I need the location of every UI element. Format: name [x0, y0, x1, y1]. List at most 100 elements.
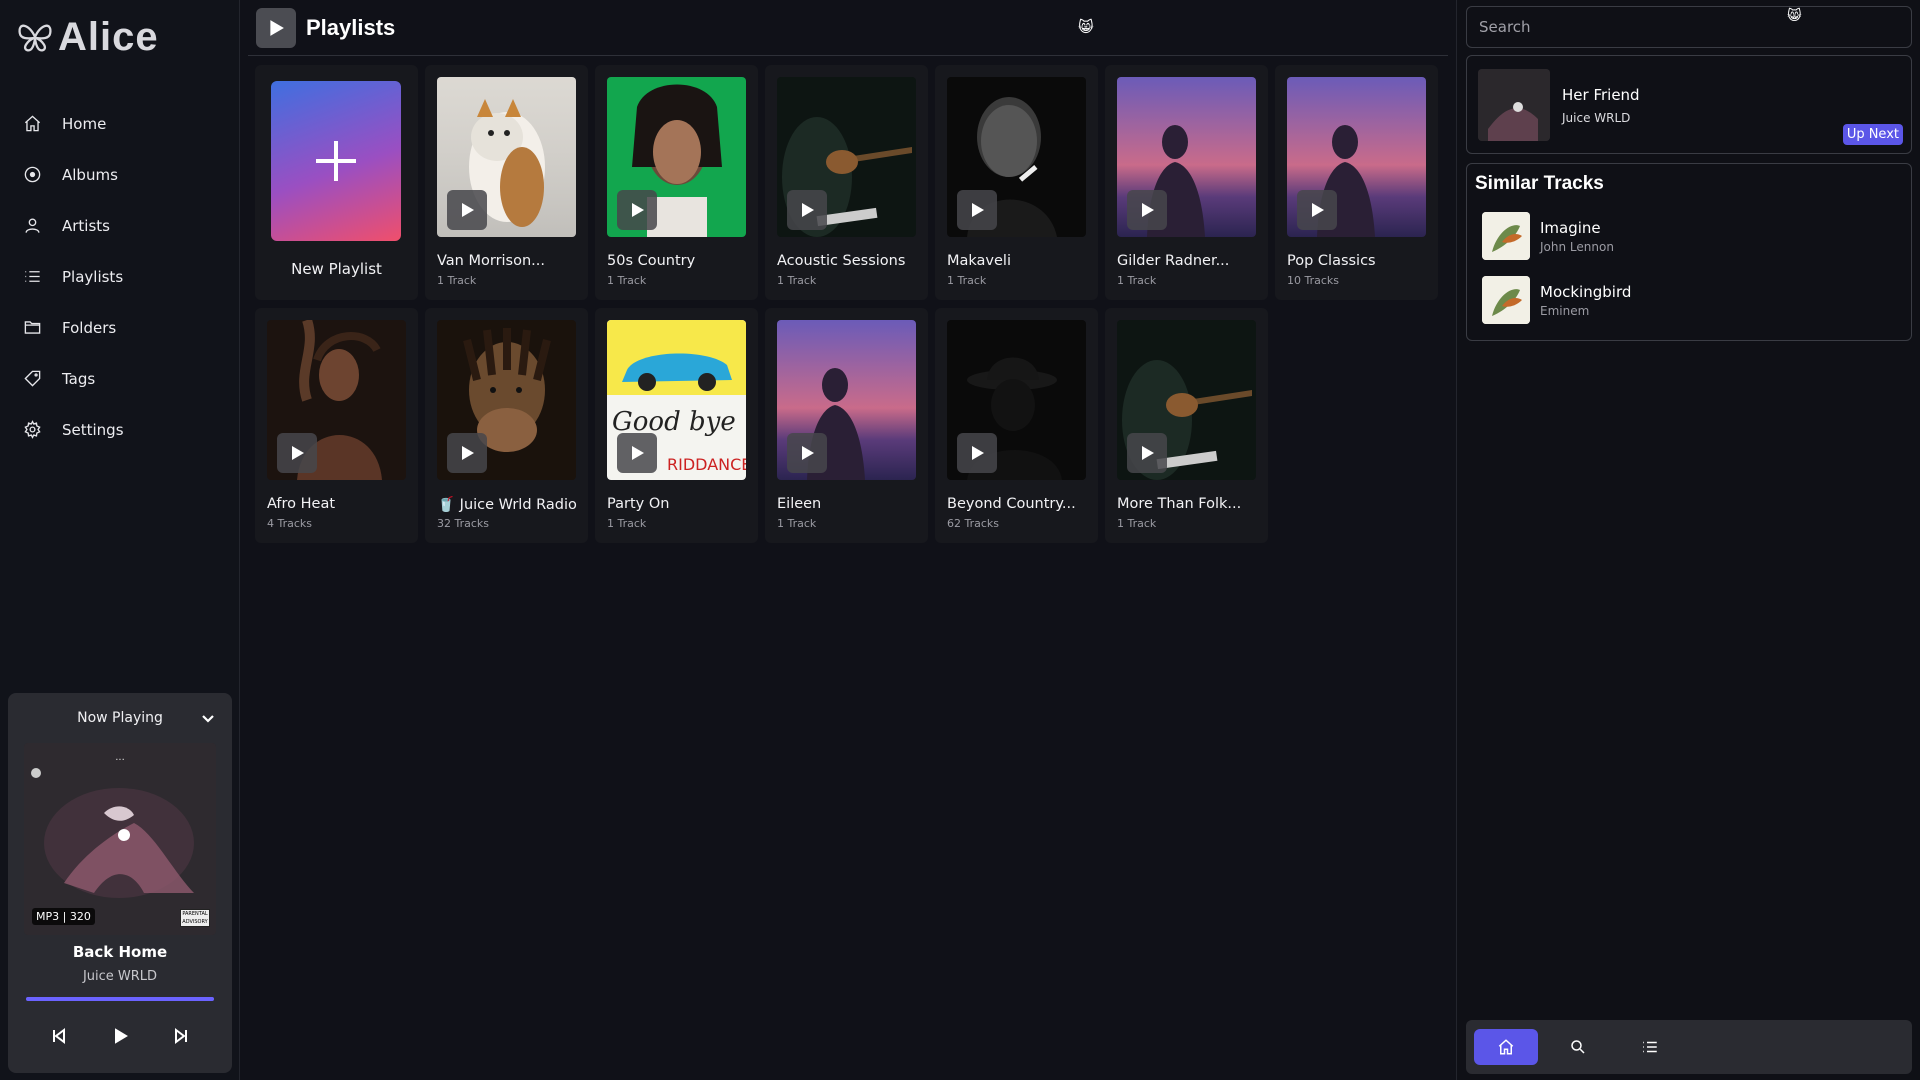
sidebar-item-label: Folders — [62, 318, 117, 337]
chevron-down-icon[interactable] — [200, 710, 216, 726]
similar-tracks-section: Similar Tracks Imagine John Lennon Mocki… — [1466, 163, 1912, 341]
logo[interactable]: Alice — [0, 0, 239, 60]
previous-button[interactable] — [44, 1021, 74, 1051]
play-all-button[interactable] — [256, 7, 296, 48]
playlist-card[interactable]: More Than Folk... 1 Track — [1105, 308, 1268, 543]
sidebar-item-label: Playlists — [62, 267, 124, 286]
playlist-track-count: 1 Track — [947, 274, 987, 287]
svg-text:···: ··· — [115, 755, 125, 766]
playlist-play-button[interactable] — [447, 433, 487, 473]
playlist-play-button[interactable] — [1127, 190, 1167, 230]
progress-bar[interactable] — [26, 997, 214, 1001]
tag-icon — [20, 367, 44, 391]
up-next-title: Her Friend — [1562, 86, 1640, 104]
playlist-card[interactable]: Van Morrison... 1 Track — [425, 65, 588, 300]
playlist-track-count: 1 Track — [437, 274, 477, 287]
play-icon — [632, 203, 644, 217]
next-button[interactable] — [166, 1021, 196, 1051]
playlist-track-count: 1 Track — [607, 274, 647, 287]
now-playing-panel: Now Playing ··· MP3 | 320 PARENTAL ADVIS… — [8, 693, 232, 1073]
track-title: Mockingbird — [1540, 283, 1632, 301]
gear-icon — [20, 418, 44, 442]
track-artwork — [1482, 212, 1530, 260]
skip-forward-icon — [175, 1028, 188, 1044]
play-button[interactable] — [105, 1021, 135, 1051]
play-icon — [972, 446, 984, 460]
skip-back-icon — [52, 1028, 65, 1044]
track-artwork — [1482, 276, 1530, 324]
playlist-card[interactable]: Makaveli 1 Track — [935, 65, 1098, 300]
sidebar-item-label: Settings — [62, 420, 124, 439]
sidebar-item-settings[interactable]: Settings — [20, 404, 239, 455]
home-icon — [20, 112, 44, 136]
playlist-card[interactable]: 🥤 Juice Wrld Radio 32 Tracks — [425, 308, 588, 543]
up-next-artist: Juice WRLD — [1562, 111, 1631, 125]
similar-track-item[interactable]: Imagine John Lennon — [1482, 212, 1902, 262]
sidebar-item-artists[interactable]: Artists — [20, 200, 239, 251]
playlist-play-button[interactable] — [277, 433, 317, 473]
new-playlist-card[interactable]: New Playlist — [255, 65, 418, 300]
bottom-nav-queue[interactable] — [1618, 1029, 1682, 1065]
playlist-card[interactable]: Good bye RIDDANCE Party On 1 Track — [595, 308, 758, 543]
playlist-track-count: 10 Tracks — [1287, 274, 1340, 287]
playlist-name: More Than Folk... — [1117, 496, 1242, 512]
play-icon — [1142, 203, 1154, 217]
play-icon — [802, 446, 814, 460]
playlist-card[interactable]: Eileen 1 Track — [765, 308, 928, 543]
playlist-card[interactable]: Gilder Radner... 1 Track — [1105, 65, 1268, 300]
similar-track-item[interactable]: Mockingbird Eminem — [1482, 276, 1902, 326]
playlist-card[interactable]: Acoustic Sessions 1 Track — [765, 65, 928, 300]
up-next-card[interactable]: Her Friend Juice WRLD Up Next — [1466, 55, 1912, 154]
bottom-nav — [1466, 1020, 1912, 1074]
playlist-play-button[interactable] — [617, 433, 657, 473]
playlist-card[interactable]: Beyond Country... 62 Tracks — [935, 308, 1098, 543]
svg-text:RIDDANCE: RIDDANCE — [667, 455, 746, 474]
similar-tracks-heading: Similar Tracks — [1475, 173, 1604, 194]
audio-format-badge: MP3 | 320 — [32, 908, 95, 925]
play-icon — [270, 19, 284, 36]
sidebar-item-albums[interactable]: Albums — [20, 149, 239, 200]
sidebar-item-home[interactable]: Home — [20, 98, 239, 149]
sidebar-item-label: Home — [62, 114, 107, 133]
search-input[interactable] — [1466, 6, 1912, 48]
playlist-track-count: 1 Track — [1117, 274, 1157, 287]
playlist-track-count: 1 Track — [1117, 517, 1157, 530]
bottom-nav-search[interactable] — [1546, 1029, 1610, 1065]
home-icon — [1498, 1039, 1514, 1055]
app-name: Alice — [58, 14, 159, 59]
playlist-name: Party On — [607, 496, 670, 512]
playlist-play-button[interactable] — [1127, 433, 1167, 473]
playlist-name: Acoustic Sessions — [777, 253, 906, 269]
search-icon — [1571, 1040, 1585, 1054]
playlist-play-button[interactable] — [1297, 190, 1337, 230]
sidebar-item-folders[interactable]: Folders — [20, 302, 239, 353]
main-content: Playlists 😸 New Playlist Van Morrison...… — [240, 0, 1456, 1080]
now-playing-artwork[interactable]: ··· MP3 | 320 PARENTAL ADVISORY — [24, 743, 216, 935]
playlist-play-button[interactable] — [957, 433, 997, 473]
now-playing-artist[interactable]: Juice WRLD — [8, 969, 232, 984]
playlist-card[interactable]: 50s Country 1 Track — [595, 65, 758, 300]
playlist-track-count: 1 Track — [777, 274, 817, 287]
bottom-nav-home[interactable] — [1474, 1029, 1538, 1065]
sidebar-item-playlists[interactable]: Playlists — [20, 251, 239, 302]
track-title: Imagine — [1540, 219, 1601, 237]
play-icon — [462, 203, 474, 217]
sidebar-item-tags[interactable]: Tags — [20, 353, 239, 404]
playlist-play-button[interactable] — [787, 190, 827, 230]
play-icon — [802, 203, 814, 217]
playlist-play-button[interactable] — [957, 190, 997, 230]
playlist-play-button[interactable] — [787, 433, 827, 473]
playlist-name: Eileen — [777, 496, 822, 512]
sidebar-nav: Home Albums Artists Playlists Folders Ta… — [0, 98, 239, 455]
playlist-play-button[interactable] — [447, 190, 487, 230]
sidebar-item-label: Albums — [62, 165, 118, 184]
playlist-card[interactable]: Pop Classics 10 Tracks — [1275, 65, 1438, 300]
cat-emoji-icon: 😸 — [1078, 18, 1094, 36]
playlist-track-count: 1 Track — [607, 517, 647, 530]
playlist-name: Gilder Radner... — [1117, 253, 1230, 269]
list-icon — [20, 265, 44, 289]
new-playlist-art — [271, 81, 401, 241]
playlist-card[interactable]: Afro Heat 4 Tracks — [255, 308, 418, 543]
playlist-play-button[interactable] — [617, 190, 657, 230]
sidebar-item-label: Artists — [62, 216, 110, 235]
